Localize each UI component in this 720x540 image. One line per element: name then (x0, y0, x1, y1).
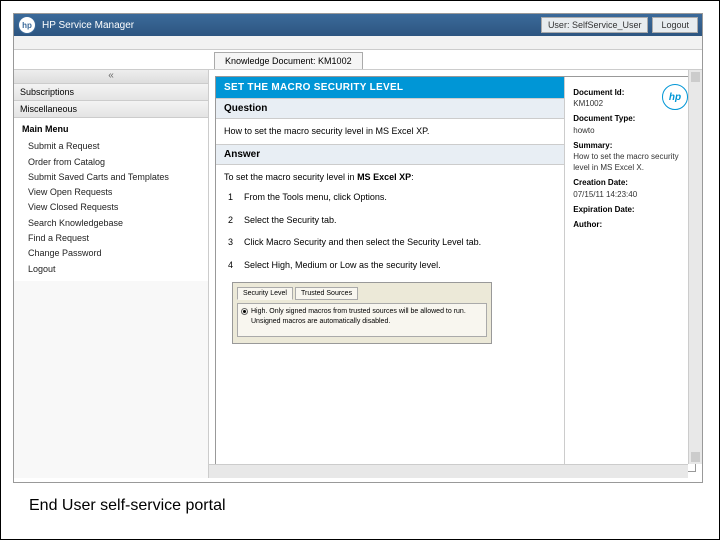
step-2: 2Select the Security tab. (228, 214, 556, 227)
meta-summary-label: Summary: (573, 140, 687, 151)
answer-steps: 1From the Tools menu, click Options. 2Se… (224, 191, 556, 271)
meta-doc-type-label: Document Type: (573, 113, 687, 124)
answer-intro-suffix: : (411, 172, 414, 182)
collapse-sidebar-button[interactable]: « (14, 70, 208, 84)
question-text: How to set the macro security level in M… (216, 119, 564, 144)
left-navigation-pane: « Subscriptions Miscellaneous Main Menu … (14, 70, 209, 478)
app-frame: hp HP Service Manager User: SelfService_… (13, 13, 703, 483)
answer-intro-bold: MS Excel XP (357, 172, 411, 182)
answer-intro-prefix: To set the macro security level in (224, 172, 357, 182)
nav-item-submit-request[interactable]: Submit a Request (22, 139, 200, 154)
vertical-scrollbar[interactable] (688, 70, 702, 464)
answer-intro: To set the macro security level in MS Ex… (224, 171, 556, 184)
meta-author-label: Author: (573, 219, 687, 230)
meta-creation-label: Creation Date: (573, 177, 687, 188)
content-pane: hp SET THE MACRO SECURITY LEVEL Question… (209, 70, 702, 478)
nav-item-search-kb[interactable]: Search Knowledgebase (22, 216, 200, 231)
slide-caption: End User self-service portal (13, 493, 707, 519)
tab-strip: Knowledge Document: KM1002 (14, 50, 702, 70)
answer-body: To set the macro security level in MS Ex… (216, 165, 564, 354)
nav-item-closed-requests[interactable]: View Closed Requests (22, 200, 200, 215)
app-title: HP Service Manager (42, 20, 541, 31)
nav-item-find-request[interactable]: Find a Request (22, 231, 200, 246)
ss-tab-security-level: Security Level (237, 287, 293, 301)
step-4: 4Select High, Medium or Low as the secur… (228, 259, 556, 272)
meta-expiration-label: Expiration Date: (573, 204, 687, 215)
top-bar: hp HP Service Manager User: SelfService_… (14, 14, 702, 36)
meta-doc-type-value: howto (573, 125, 687, 136)
horizontal-scrollbar[interactable] (209, 464, 688, 478)
hp-brand-icon: hp (662, 84, 688, 110)
tab-label: Knowledge Document: KM1002 (225, 56, 352, 66)
nav-section-miscellaneous[interactable]: Miscellaneous (14, 101, 208, 118)
ss-radio-high: High. Only signed macros from trusted so… (241, 307, 483, 327)
knowledge-document: SET THE MACRO SECURITY LEVEL Question Ho… (215, 76, 696, 472)
question-header: Question (216, 98, 564, 119)
nav-section-subscriptions[interactable]: Subscriptions (14, 84, 208, 101)
step-3: 3Click Macro Security and then select th… (228, 236, 556, 249)
document-metadata: Document Id: KM1002 Document Type: howto… (565, 77, 695, 471)
ss-radio-text: High. Only signed macros from trusted so… (251, 307, 483, 327)
nav-item-logout[interactable]: Logout (22, 262, 200, 277)
nav-root[interactable]: Main Menu (22, 122, 200, 137)
meta-summary-value: How to set the macro security level in M… (573, 151, 687, 173)
nav-item-change-password[interactable]: Change Password (22, 246, 200, 261)
embedded-screenshot: Security Level Trusted Sources High. Onl… (232, 282, 492, 344)
document-main: SET THE MACRO SECURITY LEVEL Question Ho… (216, 77, 565, 471)
tab-knowledge-document[interactable]: Knowledge Document: KM1002 (214, 52, 363, 69)
nav-item-saved-carts[interactable]: Submit Saved Carts and Templates (22, 170, 200, 185)
meta-creation-value: 07/15/11 14:23:40 (573, 189, 687, 200)
nav-item-order-catalog[interactable]: Order from Catalog (22, 155, 200, 170)
radio-icon (241, 308, 248, 315)
document-title: SET THE MACRO SECURITY LEVEL (216, 77, 564, 98)
user-indicator: User: SelfService_User (541, 17, 649, 33)
answer-header: Answer (216, 144, 564, 165)
ss-tab-trusted-sources: Trusted Sources (295, 287, 358, 301)
step-1: 1From the Tools menu, click Options. (228, 191, 556, 204)
sub-toolbar (14, 36, 702, 50)
nav-item-open-requests[interactable]: View Open Requests (22, 185, 200, 200)
nav-tree: Main Menu Submit a Request Order from Ca… (14, 118, 208, 281)
hp-logo-icon: hp (18, 16, 36, 34)
logout-button[interactable]: Logout (652, 17, 698, 33)
